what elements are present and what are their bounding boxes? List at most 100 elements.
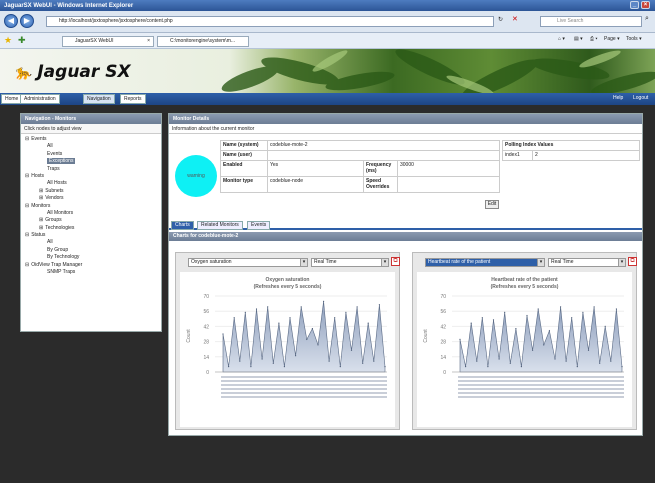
tree-node[interactable]: All Hosts (25, 180, 157, 187)
series-area (222, 301, 386, 373)
x-tick-labels-band (221, 396, 387, 398)
tree-node[interactable]: ⊟ Monitors (25, 203, 157, 210)
expand-icon[interactable]: ⊞ (39, 195, 43, 201)
nav-reports[interactable]: Reports (120, 94, 146, 104)
logout-link[interactable]: Logout (630, 94, 651, 104)
tree-node-label: Traps (47, 165, 60, 172)
tree-node[interactable]: By Group (25, 247, 157, 254)
tree-node-label: Status (31, 232, 46, 239)
data-point (571, 317, 573, 319)
expand-icon[interactable]: ⊞ (39, 188, 43, 194)
tab-events[interactable]: Events (247, 221, 271, 230)
page-menu[interactable]: Page ▾ (604, 36, 620, 42)
y-tick-label: 70 (440, 294, 446, 300)
tree-node[interactable]: ⊞ Groups (25, 217, 157, 224)
expand-icon[interactable]: ⊞ (39, 217, 43, 223)
tree-node[interactable]: All Monitors (25, 210, 157, 217)
polling-index-table: Polling Index Values index1 2 (502, 140, 640, 161)
address-bar: ◀ ▶ http://localhost/jsxtosphere/jsxtosp… (0, 11, 655, 33)
forward-button[interactable]: ▶ (20, 14, 34, 28)
edit-button[interactable]: Edit (485, 200, 499, 209)
oxygen-range-select[interactable]: Real Time ▾ (311, 258, 389, 267)
heartbeat-chart-area: Heartbeat rate of the patient (Refreshes… (417, 272, 632, 427)
data-point (323, 300, 325, 302)
frequency-label: Frequency (ms) (363, 160, 398, 177)
tree-node[interactable]: ⊟ Events (25, 136, 157, 143)
tree-node[interactable]: All (25, 143, 157, 150)
tree-node[interactable]: SNMP Traps (25, 269, 157, 276)
close-window-button[interactable]: × (641, 1, 650, 9)
favorites-star-icon[interactable]: ★ (4, 35, 12, 46)
search-input[interactable]: Live Search (540, 16, 642, 27)
logo-text: Jaguar SX (37, 62, 131, 82)
search-icon[interactable]: ⌕ (645, 15, 649, 23)
tree-node[interactable]: Exceptions (25, 158, 157, 165)
tree-node-label: By Group (47, 246, 69, 253)
tree-node[interactable]: ⊞ Technologies (25, 225, 157, 232)
back-button[interactable]: ◀ (4, 14, 18, 28)
data-point (587, 349, 590, 351)
data-point (250, 366, 252, 368)
add-favorite-icon[interactable]: ✚ (18, 35, 26, 46)
x-tick-labels-band (221, 388, 387, 390)
tree-node[interactable]: Traps (25, 166, 157, 173)
y-tick-label: 0 (206, 370, 209, 376)
data-point (599, 362, 601, 364)
tree-node[interactable]: ⊟ Status (25, 232, 157, 239)
collapse-icon[interactable]: ⊟ (25, 262, 29, 268)
heartbeat-metric-select[interactable]: Heartbeat rate of the patient ▾ (425, 258, 545, 267)
x-tick-labels-band (458, 380, 624, 382)
collapse-icon[interactable]: ⊟ (25, 203, 29, 209)
tree-node[interactable]: ⊞ Subnets (25, 188, 157, 195)
data-point (543, 344, 545, 346)
tab-monitorengine[interactable]: C:\monitorengine\system\m... (157, 36, 249, 47)
tree-node[interactable]: Events (25, 151, 157, 158)
print-icon[interactable]: ⎙ ▾ (590, 36, 598, 42)
popout-icon[interactable]: ⧉ (628, 257, 637, 266)
close-tab-icon[interactable]: × (147, 37, 150, 46)
tab-related-monitors[interactable]: Related Monitors (197, 221, 243, 230)
feeds-icon[interactable]: ▤ ▾ (574, 36, 583, 42)
data-point (306, 338, 308, 340)
data-point (487, 366, 489, 368)
tree-node-label: All (47, 143, 53, 150)
oxygen-metric-select[interactable]: Oxygen saturation ▾ (188, 258, 308, 267)
tree-node[interactable]: ⊟ OidView Trap Manager (25, 262, 157, 269)
tree-node[interactable]: All (25, 239, 157, 246)
tab-jaguarsx[interactable]: JaguarSX WebUI × (62, 36, 154, 47)
nav-navigation[interactable]: Navigation (83, 94, 115, 104)
tree-node[interactable]: By Technology (25, 254, 157, 261)
expand-icon[interactable]: ⊞ (39, 225, 43, 231)
collapse-icon[interactable]: ⊟ (25, 232, 29, 238)
monitor-details-table: Name (system) codeblue-mote-2 Name (user… (220, 140, 500, 193)
navigation-panel: Navigation - Monitors Click nodes to adj… (20, 113, 162, 332)
y-tick-label: 28 (440, 340, 446, 346)
tree-node[interactable]: ⊞ Vendors (25, 195, 157, 202)
stop-icon[interactable]: ✕ (512, 15, 518, 23)
tree-node[interactable]: ⊟ Hosts (25, 173, 157, 180)
tree-node-label: Events (47, 150, 63, 157)
tab-charts[interactable]: Charts (171, 221, 194, 230)
url-field[interactable]: http://localhost/jsxtosphere/jsxtosphere… (46, 16, 494, 27)
heartbeat-range-select[interactable]: Real Time ▾ (548, 258, 626, 267)
nav-administration[interactable]: Administration (20, 94, 60, 104)
tools-menu[interactable]: Tools ▾ (626, 36, 642, 42)
data-point (476, 360, 478, 362)
refresh-icon[interactable]: ↻ (498, 16, 503, 23)
data-point (470, 322, 472, 324)
data-point (328, 360, 330, 362)
y-tick-label: 14 (203, 355, 209, 361)
tree-node-label: Hosts (31, 172, 44, 179)
y-tick-label: 0 (443, 370, 446, 376)
tree-node-label: SNMP Traps (47, 269, 76, 276)
oxygen-metric-select-value: Oxygen saturation (191, 259, 232, 265)
minimize-button[interactable]: _ (630, 1, 639, 9)
data-point (267, 306, 269, 308)
collapse-icon[interactable]: ⊟ (25, 173, 29, 179)
popout-icon[interactable]: ⧉ (391, 257, 400, 266)
home-icon[interactable]: ⌂ ▾ (558, 36, 565, 42)
help-link[interactable]: Help (610, 94, 626, 104)
collapse-icon[interactable]: ⊟ (25, 136, 29, 142)
data-point (582, 311, 584, 313)
data-point (548, 330, 550, 332)
